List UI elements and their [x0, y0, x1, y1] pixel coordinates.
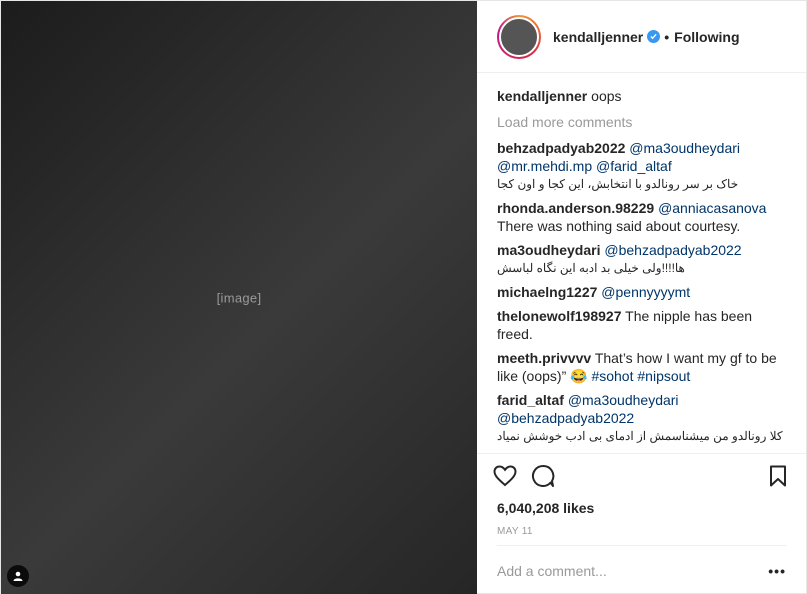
comment-username[interactable]: farid_altaf [497, 392, 564, 408]
add-comment-bar: ••• [497, 545, 786, 594]
comment-mention[interactable]: @farid_altaf [596, 158, 672, 174]
user-tag-icon[interactable] [7, 565, 29, 587]
media-placeholder-note: [image] [216, 290, 262, 306]
comment-username[interactable]: rhonda.anderson.98229 [497, 200, 654, 216]
comments-list: kendalljenner oops Load more comments be… [477, 73, 806, 453]
post-header: kendalljenner • Following [477, 1, 806, 73]
post-caption: kendalljenner oops [497, 87, 786, 105]
bookmark-icon[interactable] [764, 462, 792, 490]
heart-icon[interactable] [491, 462, 519, 490]
avatar-image [499, 16, 539, 57]
verified-badge-icon [647, 30, 661, 43]
header-username[interactable]: kendalljenner [553, 29, 643, 45]
comment-mention[interactable]: @behzadpadyab2022 [604, 242, 741, 258]
comment-item: meeth.privvvv That’s how I want my gf to… [497, 349, 786, 385]
avatar[interactable] [497, 14, 541, 59]
comment-mention[interactable]: @mr.mehdi.mp [497, 158, 592, 174]
post-date[interactable]: MAY 11 [477, 519, 806, 545]
post-sidebar: kendalljenner • Following kendalljenner … [477, 1, 806, 594]
more-options-icon[interactable]: ••• [768, 563, 786, 579]
comment-username[interactable]: meeth.privvvv [497, 350, 591, 366]
caption-text: oops [591, 88, 622, 104]
comment-username[interactable]: michaelng1227 [497, 284, 597, 300]
comment-item: rhonda.anderson.98229 @anniacasanova The… [497, 199, 786, 235]
comment-icon[interactable] [529, 462, 557, 490]
comment-mention[interactable]: @anniacasanova [658, 200, 766, 216]
comment-item: michaelng1227 @pennyyyymt [497, 283, 786, 301]
comment-text: خاک بر سر رونالدو با انتخابش، این کجا و … [497, 177, 739, 191]
comment-mention[interactable]: @ma3oudheydari [568, 392, 679, 408]
comment-mention[interactable]: @behzadpadyab2022 [497, 410, 634, 426]
comment-item: ma3oudheydari @behzadpadyab2022 ها!!!!ول… [497, 241, 786, 277]
following-button[interactable]: Following [674, 29, 739, 45]
load-more-comments-button[interactable]: Load more comments [497, 113, 786, 131]
comment-item: thelonewolf198927 The nipple has been fr… [497, 307, 786, 343]
header-separator: • [664, 28, 670, 45]
comment-hashtag[interactable]: #sohot [591, 368, 633, 384]
likes-count[interactable]: 6,040,208 likes [477, 497, 806, 519]
comment-username[interactable]: ma3oudheydari [497, 242, 600, 258]
comment-mention[interactable]: @pennyyyymt [601, 284, 690, 300]
comment-text: ها!!!!ولی خیلی بد ادبه این نگاه لباسش [497, 261, 685, 275]
comment-mention[interactable]: @ma3oudheydari [629, 140, 740, 156]
comment-item: behzadpadyab2022 @ma3oudheydari @mr.mehd… [497, 139, 786, 193]
comment-text: کلا رونالدو من میشناسمش از ادمای بی ادب … [497, 429, 783, 443]
caption-username[interactable]: kendalljenner [497, 88, 587, 104]
post-container: [image] kendalljenner • Following kendal… [0, 0, 807, 594]
comment-text: There was nothing said about courtesy. [497, 218, 741, 234]
comment-item: farid_altaf @ma3oudheydari @behzadpadyab… [497, 391, 786, 445]
post-media[interactable]: [image] [1, 1, 477, 594]
add-comment-input[interactable] [497, 562, 769, 579]
comment-hashtag[interactable]: #nipsout [637, 368, 690, 384]
action-bar [477, 453, 806, 497]
comment-username[interactable]: thelonewolf198927 [497, 308, 622, 324]
comment-username[interactable]: behzadpadyab2022 [497, 140, 625, 156]
